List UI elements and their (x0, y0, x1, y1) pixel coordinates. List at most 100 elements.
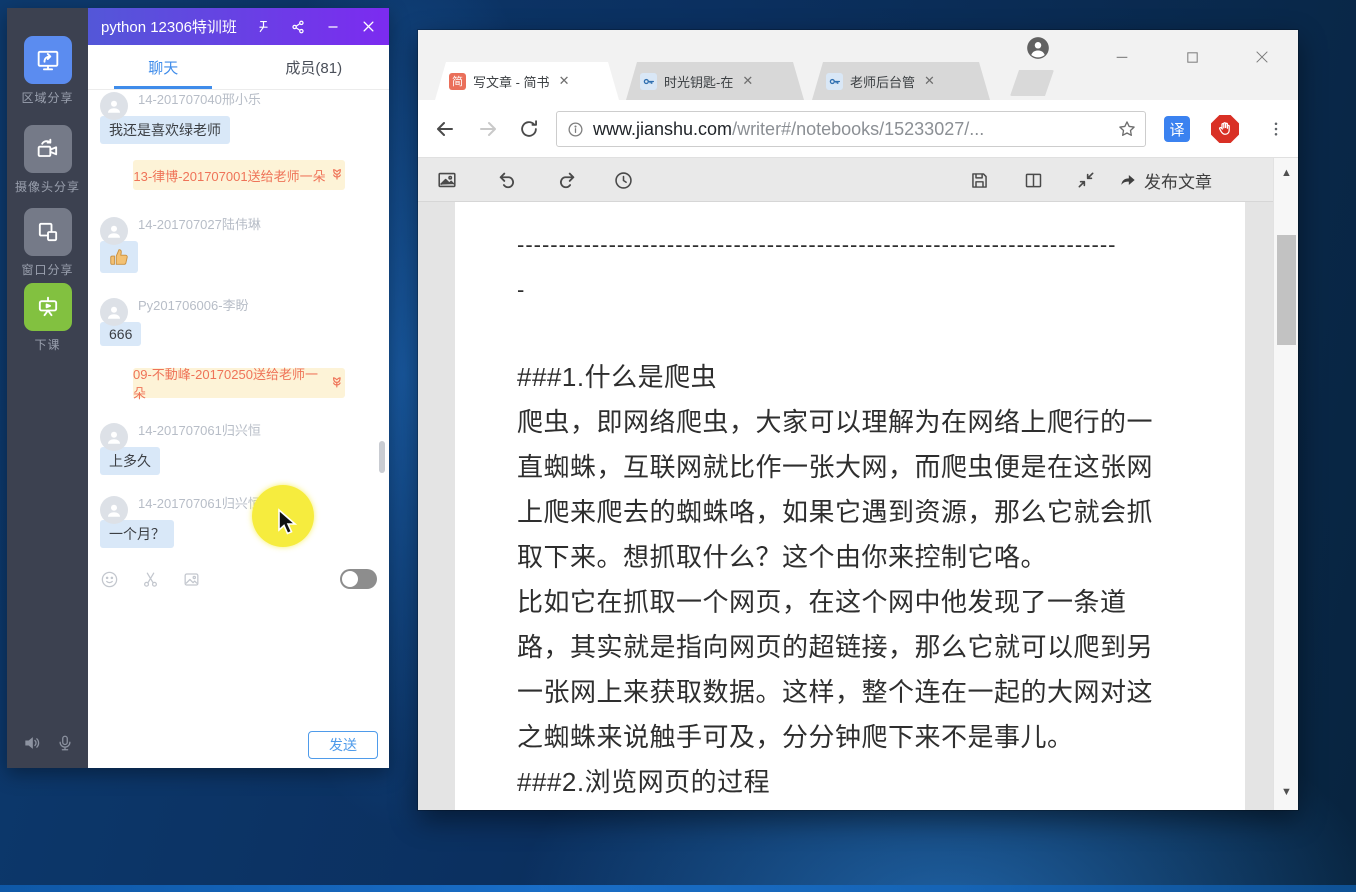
chat-message: 14-201707061归兴恒 上多久 (100, 423, 381, 475)
doc-line: 路，其实就是指向网页的超链接，那么它就可以爬到另 (517, 632, 1154, 662)
emoji-icon[interactable] (100, 570, 119, 589)
doc-line: - (517, 277, 526, 302)
tab-title: 时光钥匙-在 (664, 74, 734, 90)
microphone-icon[interactable] (56, 734, 74, 752)
back-icon[interactable] (430, 114, 460, 144)
gift-message: 13-律博-201707001送给老师一朵 (133, 160, 345, 190)
message-bubble: 上多久 (100, 447, 160, 475)
page-info-icon[interactable] (567, 121, 584, 138)
undo-icon[interactable] (493, 166, 523, 194)
scroll-down-icon[interactable]: ▼ (1274, 782, 1299, 802)
message-sender: Py201706006-李盼 (138, 298, 249, 313)
sidebar-item-region-share[interactable]: 区域分享 (7, 36, 88, 106)
browser-toolbar: www.jianshu.com/writer#/notebooks/152330… (418, 100, 1298, 158)
message-bubble (100, 241, 138, 273)
forward-icon[interactable] (473, 114, 503, 144)
address-bar[interactable]: www.jianshu.com/writer#/notebooks/152330… (556, 111, 1146, 147)
message-sender: 14-201707040邢小乐 (138, 92, 261, 107)
doc-heading: ###1.什么是爬虫 (517, 362, 718, 392)
avatar (100, 217, 128, 245)
doc-line: 爬虫，即网络爬虫，大家可以理解为在网络上爬行的一 (517, 407, 1154, 437)
image-icon[interactable] (182, 570, 201, 589)
tab-chat[interactable]: 聊天 (88, 45, 239, 89)
class-end-icon (23, 283, 72, 331)
tab-title: 老师后台管 (850, 74, 916, 90)
key-favicon (826, 73, 843, 90)
tab-close-icon[interactable]: ✕ (740, 73, 755, 89)
sidebar-item-camera-share[interactable]: 摄像头分享 (7, 125, 88, 195)
message-bubble: 666 (100, 322, 142, 346)
avatar (100, 496, 128, 524)
message-list[interactable]: 14-201707040邢小乐 我还是喜欢绿老师 13-律博-201707001… (88, 90, 389, 563)
window-close-icon[interactable] (1239, 42, 1285, 72)
jianshu-favicon: 简 (449, 73, 466, 90)
sidebar-item-label: 区域分享 (21, 91, 74, 105)
split-view-icon[interactable] (1018, 166, 1048, 194)
url-text: www.jianshu.com/writer#/notebooks/152330… (593, 119, 1117, 140)
browser-tab-strip: 简 写文章 - 简书 ✕ 时光钥匙-在 ✕ 老师后台管 ✕ (418, 30, 1298, 100)
doc-line: 一张网上来获取数据。这样，整个连在一起的大网对这 (517, 677, 1154, 707)
new-tab-button[interactable] (1010, 70, 1054, 96)
reload-icon[interactable] (514, 114, 544, 144)
translate-extension-icon[interactable]: 译 (1164, 116, 1190, 142)
sidebar-item-class-end[interactable]: 下课 (7, 283, 88, 353)
browser-menu-icon[interactable] (1263, 116, 1289, 142)
chat-sidebar: 区域分享 摄像头分享 窗口分享 下课 (7, 8, 88, 768)
browser-tab-time-key[interactable]: 时光钥匙-在 ✕ (626, 62, 804, 100)
bookmark-star-icon[interactable] (1117, 119, 1137, 139)
minimize-icon[interactable] (322, 16, 344, 38)
browser-tab-teacher-admin[interactable]: 老师后台管 ✕ (812, 62, 990, 100)
chat-window-title: python 12306特训班 (101, 19, 237, 36)
history-icon[interactable] (608, 166, 638, 194)
chat-message: 14-201707040邢小乐 我还是喜欢绿老师 (100, 92, 381, 144)
document-page[interactable]: ----------------------------------------… (455, 202, 1245, 810)
publish-article-button[interactable]: 发布文章 (1118, 164, 1212, 196)
camera-share-icon (23, 125, 72, 173)
browser-window: 简 写文章 - 简书 ✕ 时光钥匙-在 ✕ 老师后台管 ✕ www.jiansh… (418, 30, 1298, 810)
doc-line: 上爬来爬去的蜘蛛咯，如果它遇到资源，那么它就会抓 (517, 497, 1154, 527)
chat-message: 14-201707027陆伟琳 (100, 217, 381, 278)
chat-message: Py201706006-李盼 666 (100, 298, 381, 346)
tab-close-icon[interactable]: ✕ (922, 73, 937, 89)
adblock-extension-icon[interactable] (1211, 115, 1239, 143)
close-icon[interactable] (357, 16, 379, 38)
message-sender: 14-201707061归兴恒 (138, 423, 261, 438)
message-input-toolbar (88, 563, 389, 595)
doc-line: 之蜘蛛来说触手可及，分分钟爬下来不是事儿。 (517, 722, 1074, 752)
key-favicon (640, 73, 657, 90)
gift-text: 13-律博-201707001送给老师一朵 (133, 168, 326, 184)
avatar (100, 298, 128, 326)
publish-label: 发布文章 (1144, 172, 1212, 192)
url-path: /writer#/notebooks/15233027/... (732, 118, 985, 139)
doc-heading: ###2.浏览网页的过程 (517, 767, 771, 797)
speaker-icon[interactable] (22, 733, 42, 753)
insert-image-icon[interactable] (432, 166, 462, 194)
browser-tab-write-article[interactable]: 简 写文章 - 简书 ✕ (435, 62, 619, 100)
pin-icon[interactable] (252, 16, 274, 38)
sidebar-item-window-share[interactable]: 窗口分享 (7, 208, 88, 278)
input-mode-toggle[interactable] (340, 569, 377, 589)
scroll-up-icon[interactable]: ▲ (1274, 163, 1299, 183)
message-bubble: 一个月？ (100, 520, 174, 548)
gift-text: 09-不動峰-20170250送给老师一朵 (133, 367, 318, 401)
scrollbar-thumb[interactable] (1277, 235, 1296, 345)
chat-scrollbar[interactable] (379, 441, 385, 473)
screenshot-scissors-icon[interactable] (141, 570, 160, 589)
collapse-icon[interactable] (1071, 166, 1101, 194)
save-icon[interactable] (964, 166, 994, 194)
profile-icon[interactable] (1025, 35, 1051, 61)
avatar (100, 92, 128, 120)
redo-icon[interactable] (551, 166, 581, 194)
window-minimize-icon[interactable] (1099, 42, 1145, 72)
sidebar-item-label: 窗口分享 (21, 263, 74, 277)
window-maximize-icon[interactable] (1169, 42, 1215, 72)
tab-close-icon[interactable]: ✕ (557, 73, 572, 89)
gift-message: 09-不動峰-20170250送给老师一朵 (133, 367, 345, 401)
share-icon[interactable] (287, 16, 309, 38)
tab-members[interactable]: 成员(81) (239, 45, 390, 89)
send-button[interactable]: 发送 (308, 731, 378, 759)
page-scrollbar[interactable]: ▲ ▼ (1273, 158, 1298, 810)
message-bubble: 我还是喜欢绿老师 (100, 116, 230, 144)
chat-panel: python 12306特训班 聊天 成员(81) 14-201707040邢小… (88, 8, 389, 768)
tab-title: 写文章 - 简书 (473, 74, 550, 90)
